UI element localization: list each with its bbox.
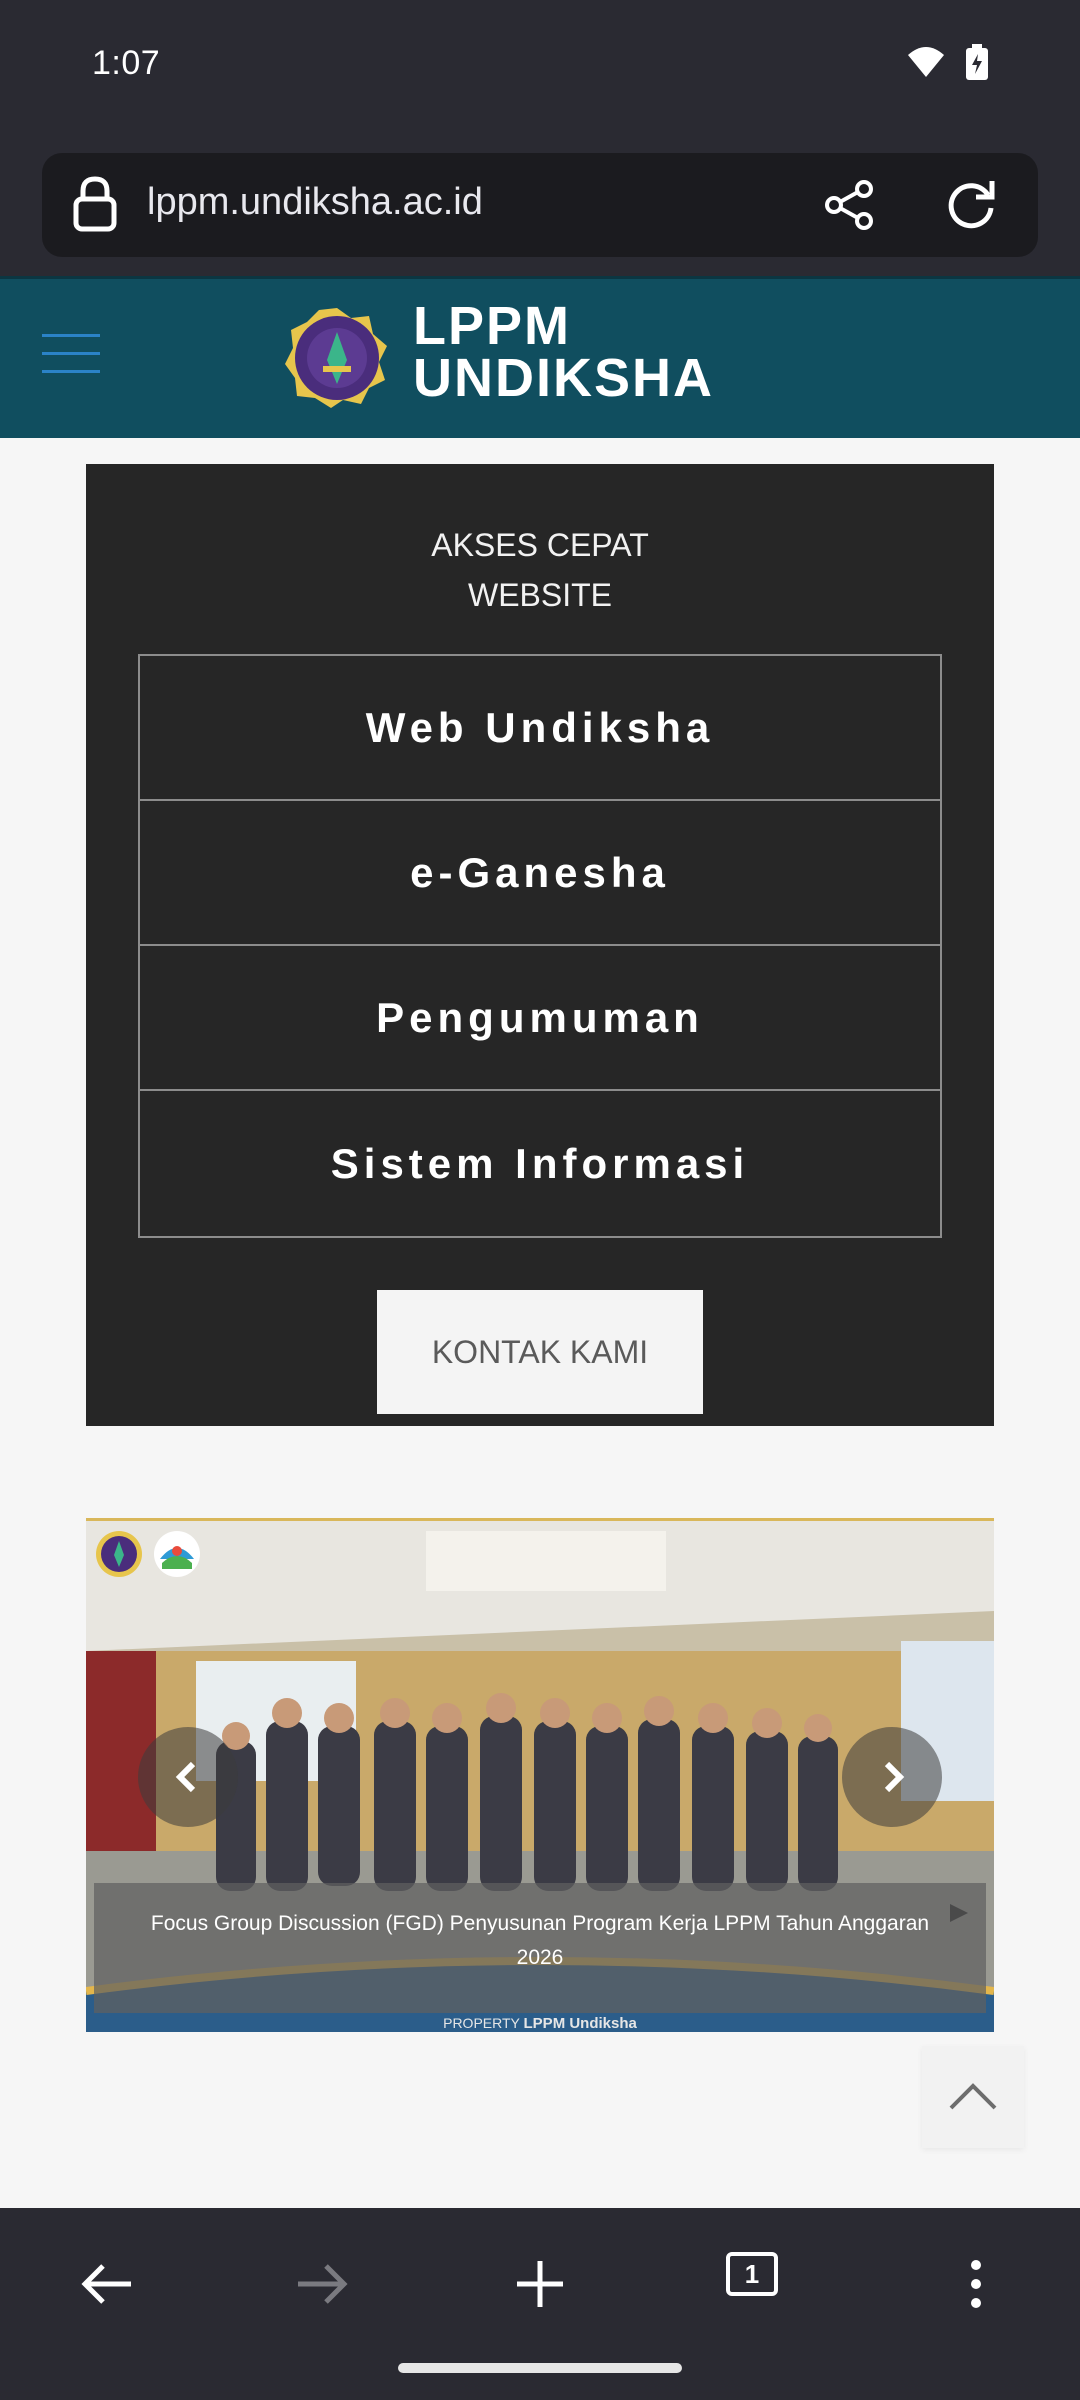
battery-charging-icon — [966, 44, 988, 80]
slide-caption: Focus Group Discussion (FGD) Penyusunan … — [94, 1883, 986, 2013]
quick-access-panel: AKSES CEPAT WEBSITE Web Undiksha e-Ganes… — [86, 464, 994, 1426]
link-sistem-informasi[interactable]: Sistem Informasi — [140, 1091, 940, 1236]
play-icon[interactable] — [946, 1901, 970, 1925]
status-icons — [906, 44, 988, 80]
undiksha-logo-small — [96, 1531, 142, 1577]
slide-logos — [94, 1529, 202, 1579]
hamburger-menu-icon[interactable] — [42, 334, 100, 374]
reload-icon[interactable] — [942, 175, 1000, 233]
brand-line-1: LPPM — [413, 296, 572, 356]
forward-button[interactable] — [283, 2244, 363, 2324]
more-vert-icon — [971, 2260, 981, 2308]
more-options-button[interactable] — [936, 2244, 1016, 2324]
brand-line-2: UNDIKSHA — [413, 348, 715, 408]
quick-access-title: AKSES CEPAT WEBSITE — [86, 520, 994, 620]
image-slider: Focus Group Discussion (FGD) Penyusunan … — [86, 1518, 994, 2032]
quick-access-title-line-1: AKSES CEPAT — [431, 527, 649, 563]
wifi-icon — [908, 47, 944, 77]
site-header: LPPM UNDIKSHA — [0, 276, 1080, 438]
property-prefix: PROPERTY — [443, 2015, 520, 2031]
back-to-top-button[interactable] — [922, 2046, 1024, 2148]
link-pengumuman[interactable]: Pengumuman — [140, 946, 940, 1091]
property-owner: LPPM Undiksha — [523, 2015, 637, 2032]
link-e-ganesha[interactable]: e-Ganesha — [140, 801, 940, 946]
slide-caption-text: Focus Group Discussion (FGD) Penyusunan … — [150, 1912, 930, 1969]
back-button[interactable] — [66, 2244, 146, 2324]
browser-top-chrome: 1:07 lppm.undiksha.ac.id — [0, 0, 1080, 276]
undiksha-logo[interactable] — [285, 306, 389, 410]
back-arrow-icon — [81, 2264, 131, 2304]
chevron-left-icon — [175, 1761, 196, 1793]
chevron-right-icon — [884, 1761, 905, 1793]
url-text[interactable]: lppm.undiksha.ac.id — [147, 181, 483, 224]
link-web-undiksha[interactable]: Web Undiksha — [140, 656, 940, 801]
new-tab-button[interactable] — [500, 2244, 580, 2324]
brand-name[interactable]: LPPM UNDIKSHA — [413, 296, 715, 408]
lppm-logo-small — [154, 1531, 200, 1577]
address-bar[interactable]: lppm.undiksha.ac.id — [42, 153, 1038, 257]
new-tab-icon — [517, 2261, 563, 2307]
share-icon[interactable] — [822, 177, 878, 233]
lock-icon[interactable] — [72, 175, 118, 233]
forward-arrow-icon — [298, 2264, 348, 2304]
slider-next-button[interactable] — [842, 1727, 942, 1827]
contact-button[interactable]: KONTAK KAMI — [377, 1290, 703, 1414]
chevron-up-icon — [949, 2083, 997, 2110]
quick-access-title-line-2: WEBSITE — [467, 577, 612, 613]
tab-switcher-button[interactable]: 1 — [718, 2244, 798, 2324]
quick-access-links: Web Undiksha e-Ganesha Pengumuman Sistem… — [138, 654, 942, 1238]
home-indicator[interactable] — [398, 2363, 682, 2373]
slider-prev-button[interactable] — [138, 1727, 238, 1827]
slide-property-credit: PROPERTY LPPM Undiksha — [86, 2015, 994, 2032]
page-content: AKSES CEPAT WEBSITE Web Undiksha e-Ganes… — [0, 438, 1080, 2208]
status-time: 1:07 — [92, 44, 161, 82]
tab-switcher-icon: 1 — [726, 2252, 778, 2296]
